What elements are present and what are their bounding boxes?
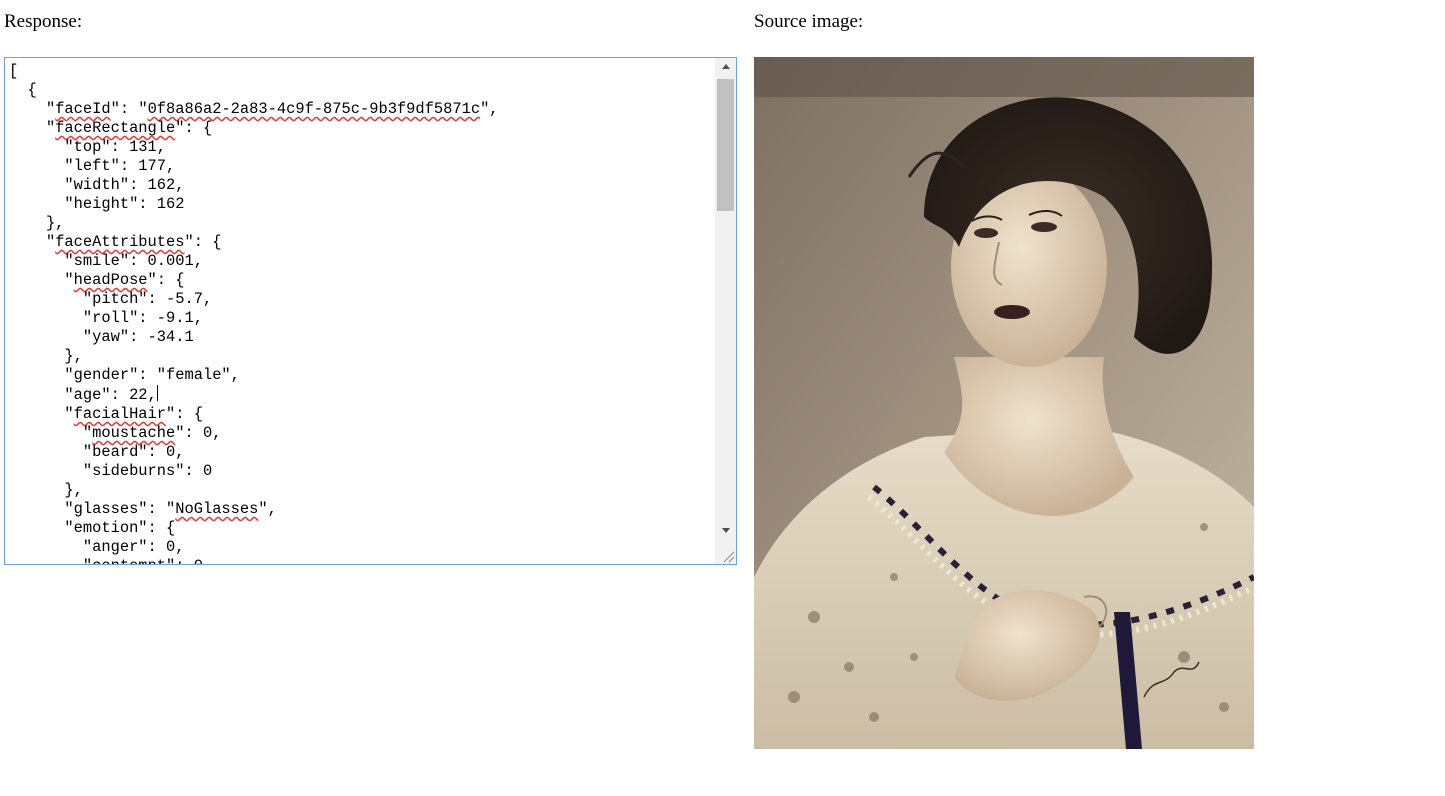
source-image-label: Source image: — [754, 11, 864, 32]
response-label: Response: — [4, 11, 83, 32]
scroll-down-arrow-icon[interactable] — [715, 522, 736, 539]
response-textarea[interactable]: [ { "faceId": "0f8a86a2-2a83-4c9f-875c-9… — [4, 57, 737, 565]
source-photo — [754, 57, 1254, 749]
text-caret — [156, 385, 158, 401]
response-json-text[interactable]: [ { "faceId": "0f8a86a2-2a83-4c9f-875c-9… — [9, 62, 714, 564]
resize-grip-icon[interactable] — [717, 545, 735, 563]
scroll-up-arrow-icon[interactable] — [715, 58, 736, 75]
portrait-photo-image — [754, 57, 1254, 749]
scrollbar-thumb[interactable] — [717, 79, 734, 211]
vertical-scrollbar[interactable] — [715, 58, 736, 564]
